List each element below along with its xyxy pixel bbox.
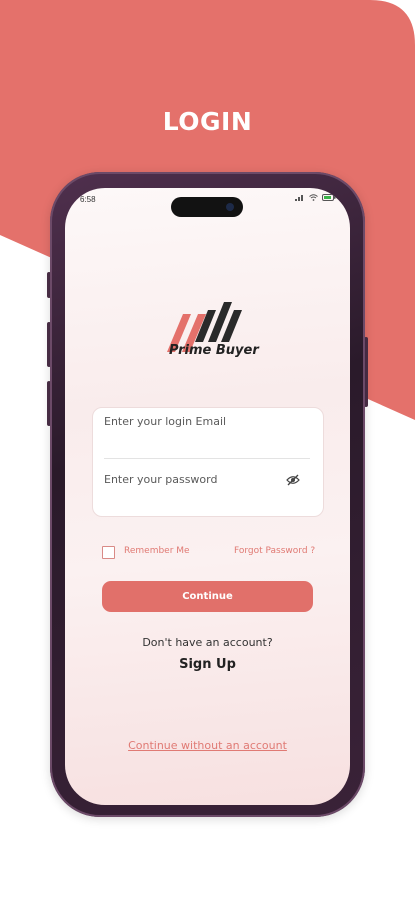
no-account-text: Don't have an account? — [142, 636, 273, 649]
forgot-password-link[interactable]: Forgot Password ? — [234, 546, 315, 556]
eye-off-icon[interactable] — [286, 474, 300, 486]
continue-button[interactable]: Continue — [102, 581, 313, 612]
email-field[interactable] — [104, 408, 310, 434]
brand-name: Prime Buyer — [169, 343, 259, 358]
dynamic-island — [171, 197, 243, 217]
remember-label: Remember Me — [124, 546, 190, 556]
remember-checkbox[interactable] — [102, 546, 115, 559]
status-time: 6:58 — [80, 195, 96, 204]
continue-without-account-link[interactable]: Continue without an account — [65, 739, 350, 752]
wifi-icon — [309, 194, 318, 201]
camera-icon — [226, 203, 234, 211]
field-divider — [104, 458, 310, 459]
password-field[interactable] — [104, 466, 274, 492]
status-icons — [295, 194, 336, 201]
phone-screen: 6:58 Prime Buyer Enter your login Email … — [65, 188, 350, 805]
page-title: LOGIN — [162, 107, 253, 136]
signal-icon — [295, 195, 303, 201]
battery-icon — [322, 194, 336, 201]
sign-up-link[interactable]: Sign Up — [65, 657, 350, 672]
